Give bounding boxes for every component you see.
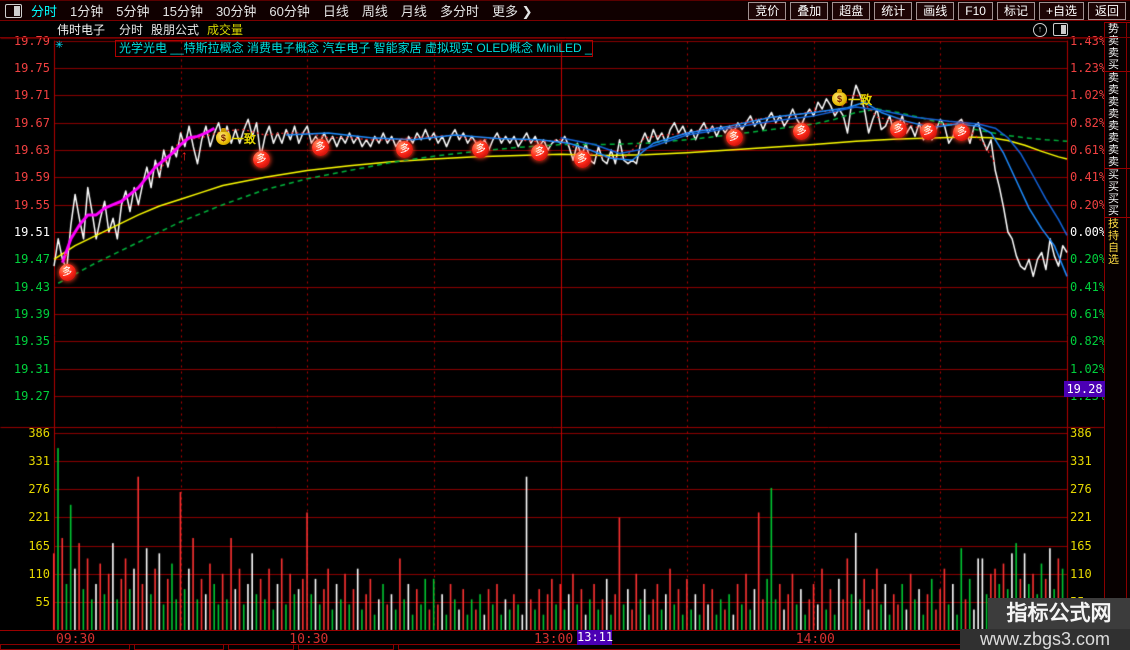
- axis-tick-label: 0.82%: [1070, 115, 1107, 130]
- watermark: 指标公式网 www.zbgs3.com: [960, 598, 1130, 650]
- axis-tick-label: 110: [1070, 566, 1092, 581]
- axis-tick-label: 386: [28, 425, 50, 440]
- buy-signal-ball: 多: [953, 123, 971, 141]
- axis-tick-label: 0.20%: [1070, 197, 1107, 212]
- top-toolbar: 分时 1分钟 5分钟 15分钟 30分钟 60分钟 日线 周线 月线 多分时 更多 ❯ 竞价 叠加 超盘…: [0, 0, 1130, 21]
- consensus-label: 一致: [231, 131, 256, 146]
- axis-tick-label: 165: [1070, 538, 1092, 553]
- formula-label[interactable]: 股朋公式: [151, 21, 199, 38]
- axis-tick-label: 0.00%: [1070, 225, 1107, 239]
- watermark-url: www.zbgs3.com: [960, 629, 1130, 650]
- buy-signal-ball: 多: [919, 122, 937, 140]
- axis-tick-label: 19.39: [13, 306, 50, 321]
- price-cursor-badge: 19.28: [1064, 381, 1105, 397]
- timeframe-tab-10[interactable]: 更多 ❯: [492, 4, 533, 19]
- toolbar-button-7[interactable]: +自选: [1038, 1, 1084, 20]
- stock-name: 伟时电子: [57, 23, 106, 37]
- timeframe-tab-5[interactable]: 60分钟: [269, 4, 309, 19]
- title-icons: ↑: [1033, 23, 1068, 37]
- toolbar-button-6[interactable]: 标记: [996, 1, 1035, 20]
- axis-tick-label: 1.02%: [1070, 361, 1107, 376]
- axis-tick-label: 0.41%: [1070, 279, 1107, 294]
- axis-tick-label: 19.43: [13, 279, 50, 294]
- axis-tick-label: 19.75: [13, 61, 50, 76]
- axis-tick-label: 55: [35, 594, 50, 609]
- axis-tick-label: 331: [28, 453, 50, 468]
- time-cursor-badge: 13:11: [577, 630, 614, 645]
- statusbar-box[interactable]: [0, 645, 130, 650]
- toolbar-button-8[interactable]: 返回: [1087, 1, 1126, 20]
- view-label[interactable]: 分时: [119, 21, 143, 38]
- circle-arrow-icon[interactable]: ↑: [1033, 23, 1047, 37]
- app-window: 分时 1分钟 5分钟 15分钟 30分钟 60分钟 日线 周线 月线 多分时 更多 ❯ 竞价 叠加 超盘…: [0, 0, 1130, 650]
- axis-tick-label: 19.71: [13, 88, 50, 103]
- toolbar-button-3[interactable]: 统计: [874, 1, 913, 20]
- axis-tick-label: 19.31: [13, 361, 50, 376]
- axis-tick-label: 19.35: [13, 334, 50, 349]
- axis-tick-label: 19.27: [13, 388, 50, 403]
- axis-tick-label: 1.23%: [1070, 61, 1107, 76]
- timeframe-tab-1[interactable]: 1分钟: [70, 4, 103, 19]
- axis-tick-label: 0.82%: [1070, 334, 1107, 349]
- buy-signal-ball: 多: [725, 128, 743, 146]
- timeframe-tab-6[interactable]: 日线: [323, 4, 349, 19]
- buy-signal-ball: 多: [573, 150, 591, 168]
- consensus-label: 一致: [848, 92, 873, 107]
- right-clipped-panel[interactable]: 势卖卖买卖卖卖卖卖卖卖卖买买买买技持自选: [1104, 22, 1130, 650]
- axis-tick-label: 19.59: [13, 170, 50, 185]
- timeframe-tab-8[interactable]: 月线: [401, 4, 427, 19]
- money-bag-icon: $ 一致: [832, 88, 872, 107]
- axis-tick-label: 19.47: [13, 252, 50, 267]
- statusbar-box[interactable]: [228, 645, 294, 650]
- axis-tick-label: 19.67: [13, 115, 50, 130]
- axis-tick-label: 1.02%: [1070, 88, 1107, 103]
- timeframe-tabs: 分时 1分钟 5分钟 15分钟 30分钟 60分钟 日线 周线 月线 多分时 更多 ❯: [31, 1, 545, 21]
- up-arrow-icon: ↑: [180, 146, 188, 163]
- axis-tick-label: 0.41%: [1070, 170, 1107, 185]
- indicator-label[interactable]: 成交量: [207, 21, 243, 38]
- toolbar-button-2[interactable]: 超盘: [832, 1, 871, 20]
- axis-tick-label: 331: [1070, 453, 1092, 468]
- buy-signal-ball: 多: [311, 138, 329, 156]
- statusbar-box[interactable]: [298, 645, 394, 650]
- buy-signal-ball: 多: [793, 122, 811, 140]
- axis-tick-label: 276: [1070, 481, 1092, 496]
- window-split-icon[interactable]: [5, 3, 22, 18]
- timeframe-tab-3[interactable]: 15分钟: [162, 4, 202, 19]
- statusbar-box[interactable]: [134, 645, 224, 650]
- buy-signal-ball: 多: [472, 140, 490, 158]
- axis-tick-label: 221: [28, 510, 50, 525]
- concept-tags[interactable]: 光学光电 __特斯拉概念 消费电子概念 汽车电子 智能家居 虚拟现实 OLED概…: [115, 40, 593, 57]
- timeframe-tab-7[interactable]: 周线: [362, 4, 388, 19]
- buy-signal-ball: 多: [58, 263, 76, 281]
- axis-tick-label: 165: [28, 538, 50, 553]
- axis-tick-label: 0.61%: [1070, 306, 1107, 321]
- axis-tick-label: 0.20%: [1070, 252, 1107, 267]
- star-marker-icon: ✳: [55, 40, 64, 51]
- axis-tick-label: 276: [28, 481, 50, 496]
- timeframe-tab-9[interactable]: 多分时: [440, 4, 479, 19]
- axis-tick-label: 221: [1070, 510, 1092, 525]
- toolbar-button-5[interactable]: F10: [958, 1, 993, 20]
- timeframe-tab-2[interactable]: 5分钟: [116, 4, 149, 19]
- intraday-chart-canvas[interactable]: [0, 0, 1130, 650]
- axis-tick-label: 19.51: [13, 225, 50, 239]
- up-arrow-icon: ↑: [62, 248, 70, 265]
- buy-signal-ball: 多: [252, 150, 270, 168]
- axis-tick-label: 0.61%: [1070, 143, 1107, 158]
- toolbar-button-0[interactable]: 竞价: [748, 1, 787, 20]
- title-bar: 伟时电子 分时 股朋公式 成交量 ↑: [0, 22, 1130, 38]
- timeframe-tab-4[interactable]: 30分钟: [216, 4, 256, 19]
- toolbar-button-4[interactable]: 画线: [916, 1, 955, 20]
- watermark-title: 指标公式网: [988, 598, 1130, 629]
- split-pane-icon[interactable]: [1053, 23, 1068, 36]
- timeframe-tab-0[interactable]: 分时: [31, 4, 57, 19]
- axis-tick-label: 386: [1070, 425, 1092, 440]
- axis-tick-label: 110: [28, 566, 50, 581]
- toolbar-button-1[interactable]: 叠加: [790, 1, 829, 20]
- money-bag-icon: $ 一致: [215, 127, 256, 146]
- axis-tick-label: 19.55: [13, 197, 50, 212]
- axis-tick-label: 19.63: [13, 143, 50, 158]
- toolbar-buttons: 竞价 叠加 超盘 统计 画线 F10 标记 +自选 返回: [748, 1, 1126, 20]
